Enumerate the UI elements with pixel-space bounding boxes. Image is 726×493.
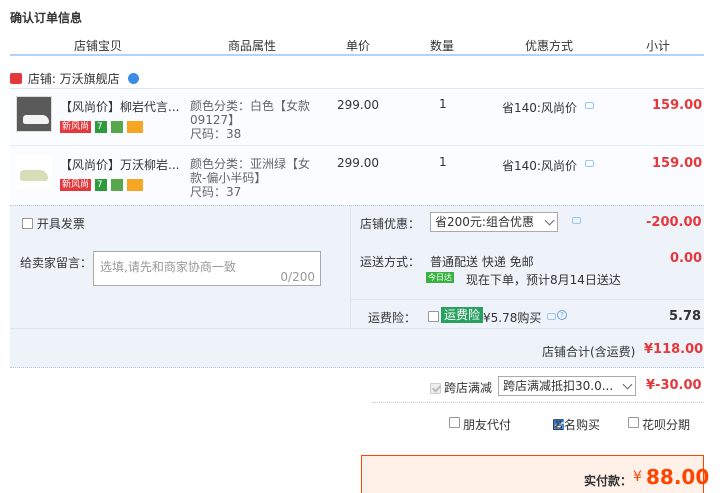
friend-pay-label: 朋友代付	[463, 418, 512, 432]
subtotal: 159.00	[652, 156, 703, 171]
friend-pay-checkbox[interactable]	[449, 417, 460, 428]
seven-day-icon: 7	[94, 178, 107, 191]
shop-total-label: 店铺合计(含运费)	[542, 345, 636, 359]
product-attr-size: 尺码：37	[190, 185, 242, 199]
insurance-label: 运费险：	[368, 311, 417, 325]
subtotal: 159.00	[652, 98, 703, 113]
message-icon[interactable]	[547, 313, 556, 320]
shop-discount-amount: -200.00	[646, 215, 702, 230]
shop-row: 店铺: 万沃旗舰店	[10, 70, 139, 88]
anonymous-label: 匿名购买	[552, 418, 601, 432]
insurance-amount: 5.78	[669, 309, 702, 324]
today-delivery-badge: 今日达	[426, 272, 454, 283]
list-item: 【风尚价】柳岩代言... 新风尚 7 颜色分类：白色【女款 09127】 尺码：…	[10, 90, 704, 142]
shop-discount-select[interactable]: 省200元:组合优惠	[430, 212, 558, 232]
invoice-checkbox[interactable]	[22, 218, 33, 229]
cross-store-checkbox	[430, 383, 441, 394]
discount-label: 省140:风尚价	[502, 159, 577, 173]
huabei-checkbox[interactable]	[628, 417, 639, 428]
guarantee-icon	[110, 120, 123, 133]
shop-icon	[10, 73, 22, 84]
product-thumbnail[interactable]	[16, 154, 52, 190]
unit-price: 299.00	[337, 156, 379, 170]
unit-price: 299.00	[337, 98, 379, 112]
char-counter: 0/200	[280, 270, 315, 284]
col-attributes: 商品属性	[228, 39, 277, 53]
payment-summary-box: 实付款： ¥ 88.00	[361, 455, 709, 493]
product-thumbnail[interactable]	[16, 96, 52, 132]
column-header-row: 店铺宝贝 商品属性 单价 数量 优惠方式 小计	[10, 34, 704, 56]
list-item: 【风尚价】万沃柳岩... 新风尚 7 颜色分类：亚洲绿【女 款-偏小半码】 尺码…	[10, 148, 704, 200]
card-icon	[126, 178, 143, 191]
message-icon[interactable]	[585, 160, 594, 167]
discount-label: 省140:风尚价	[502, 101, 577, 115]
product-name-link[interactable]: 【风尚价】万沃柳岩...	[60, 156, 179, 173]
huabei-label: 花呗分期	[642, 418, 691, 432]
col-quantity: 数量	[430, 39, 455, 53]
seven-day-icon: 7	[94, 120, 107, 133]
chevron-down-icon	[622, 379, 633, 390]
wangwang-icon[interactable]	[127, 73, 139, 84]
shipping-label: 运送方式：	[360, 255, 421, 269]
shop-discount-label: 店铺优惠：	[360, 217, 421, 231]
chevron-down-icon	[544, 215, 555, 226]
shipping-amount: 0.00	[670, 251, 703, 266]
badge-xinfengshang: 新风尚 7	[60, 177, 143, 191]
page-title: 确认订单信息	[10, 11, 83, 25]
message-icon[interactable]	[572, 217, 581, 224]
payment-amount: 88.00	[646, 465, 710, 489]
col-discount: 优惠方式	[525, 39, 574, 53]
payment-label: 实付款：	[584, 474, 633, 488]
insurance-checkbox[interactable]	[428, 311, 439, 322]
shop-total-amount: ¥118.00	[644, 342, 704, 357]
product-attr-size: 尺码：38	[190, 127, 242, 141]
message-icon[interactable]	[585, 102, 594, 109]
seller-message-input[interactable]: 选填,请先和商家协商一致 0/200	[93, 251, 321, 286]
insurance-tag: 运费险	[441, 307, 484, 323]
invoice-option[interactable]: 开具发票	[22, 215, 85, 232]
shipping-method: 普通配送 快递 免邮	[430, 255, 534, 269]
col-shop-item: 店铺宝贝	[74, 39, 123, 53]
product-name-link[interactable]: 【风尚价】柳岩代言...	[60, 98, 179, 115]
cross-store-label: 跨店满减	[444, 381, 493, 395]
delivery-eta: 现在下单，预计8月14日送达	[466, 273, 621, 287]
col-subtotal: 小计	[646, 39, 671, 53]
quantity: 1	[439, 97, 447, 111]
guarantee-icon	[110, 178, 123, 191]
card-icon	[126, 120, 143, 133]
cross-store-amount: ¥-30.00	[646, 378, 702, 393]
cross-store-select[interactable]: 跨店满减抵扣30.0...	[498, 376, 636, 396]
invoice-label: 开具发票	[36, 217, 85, 231]
quantity: 1	[439, 155, 447, 169]
badge-xinfengshang: 新风尚 7	[60, 119, 143, 133]
col-unit-price: 单价	[346, 39, 371, 53]
shop-name[interactable]: 店铺: 万沃旗舰店	[28, 72, 120, 86]
insurance-price: ¥5.78购买	[483, 311, 542, 325]
payment-currency: ¥	[633, 469, 642, 485]
help-icon[interactable]: ?	[557, 310, 567, 320]
seller-message-label: 给卖家留言：	[20, 256, 93, 270]
